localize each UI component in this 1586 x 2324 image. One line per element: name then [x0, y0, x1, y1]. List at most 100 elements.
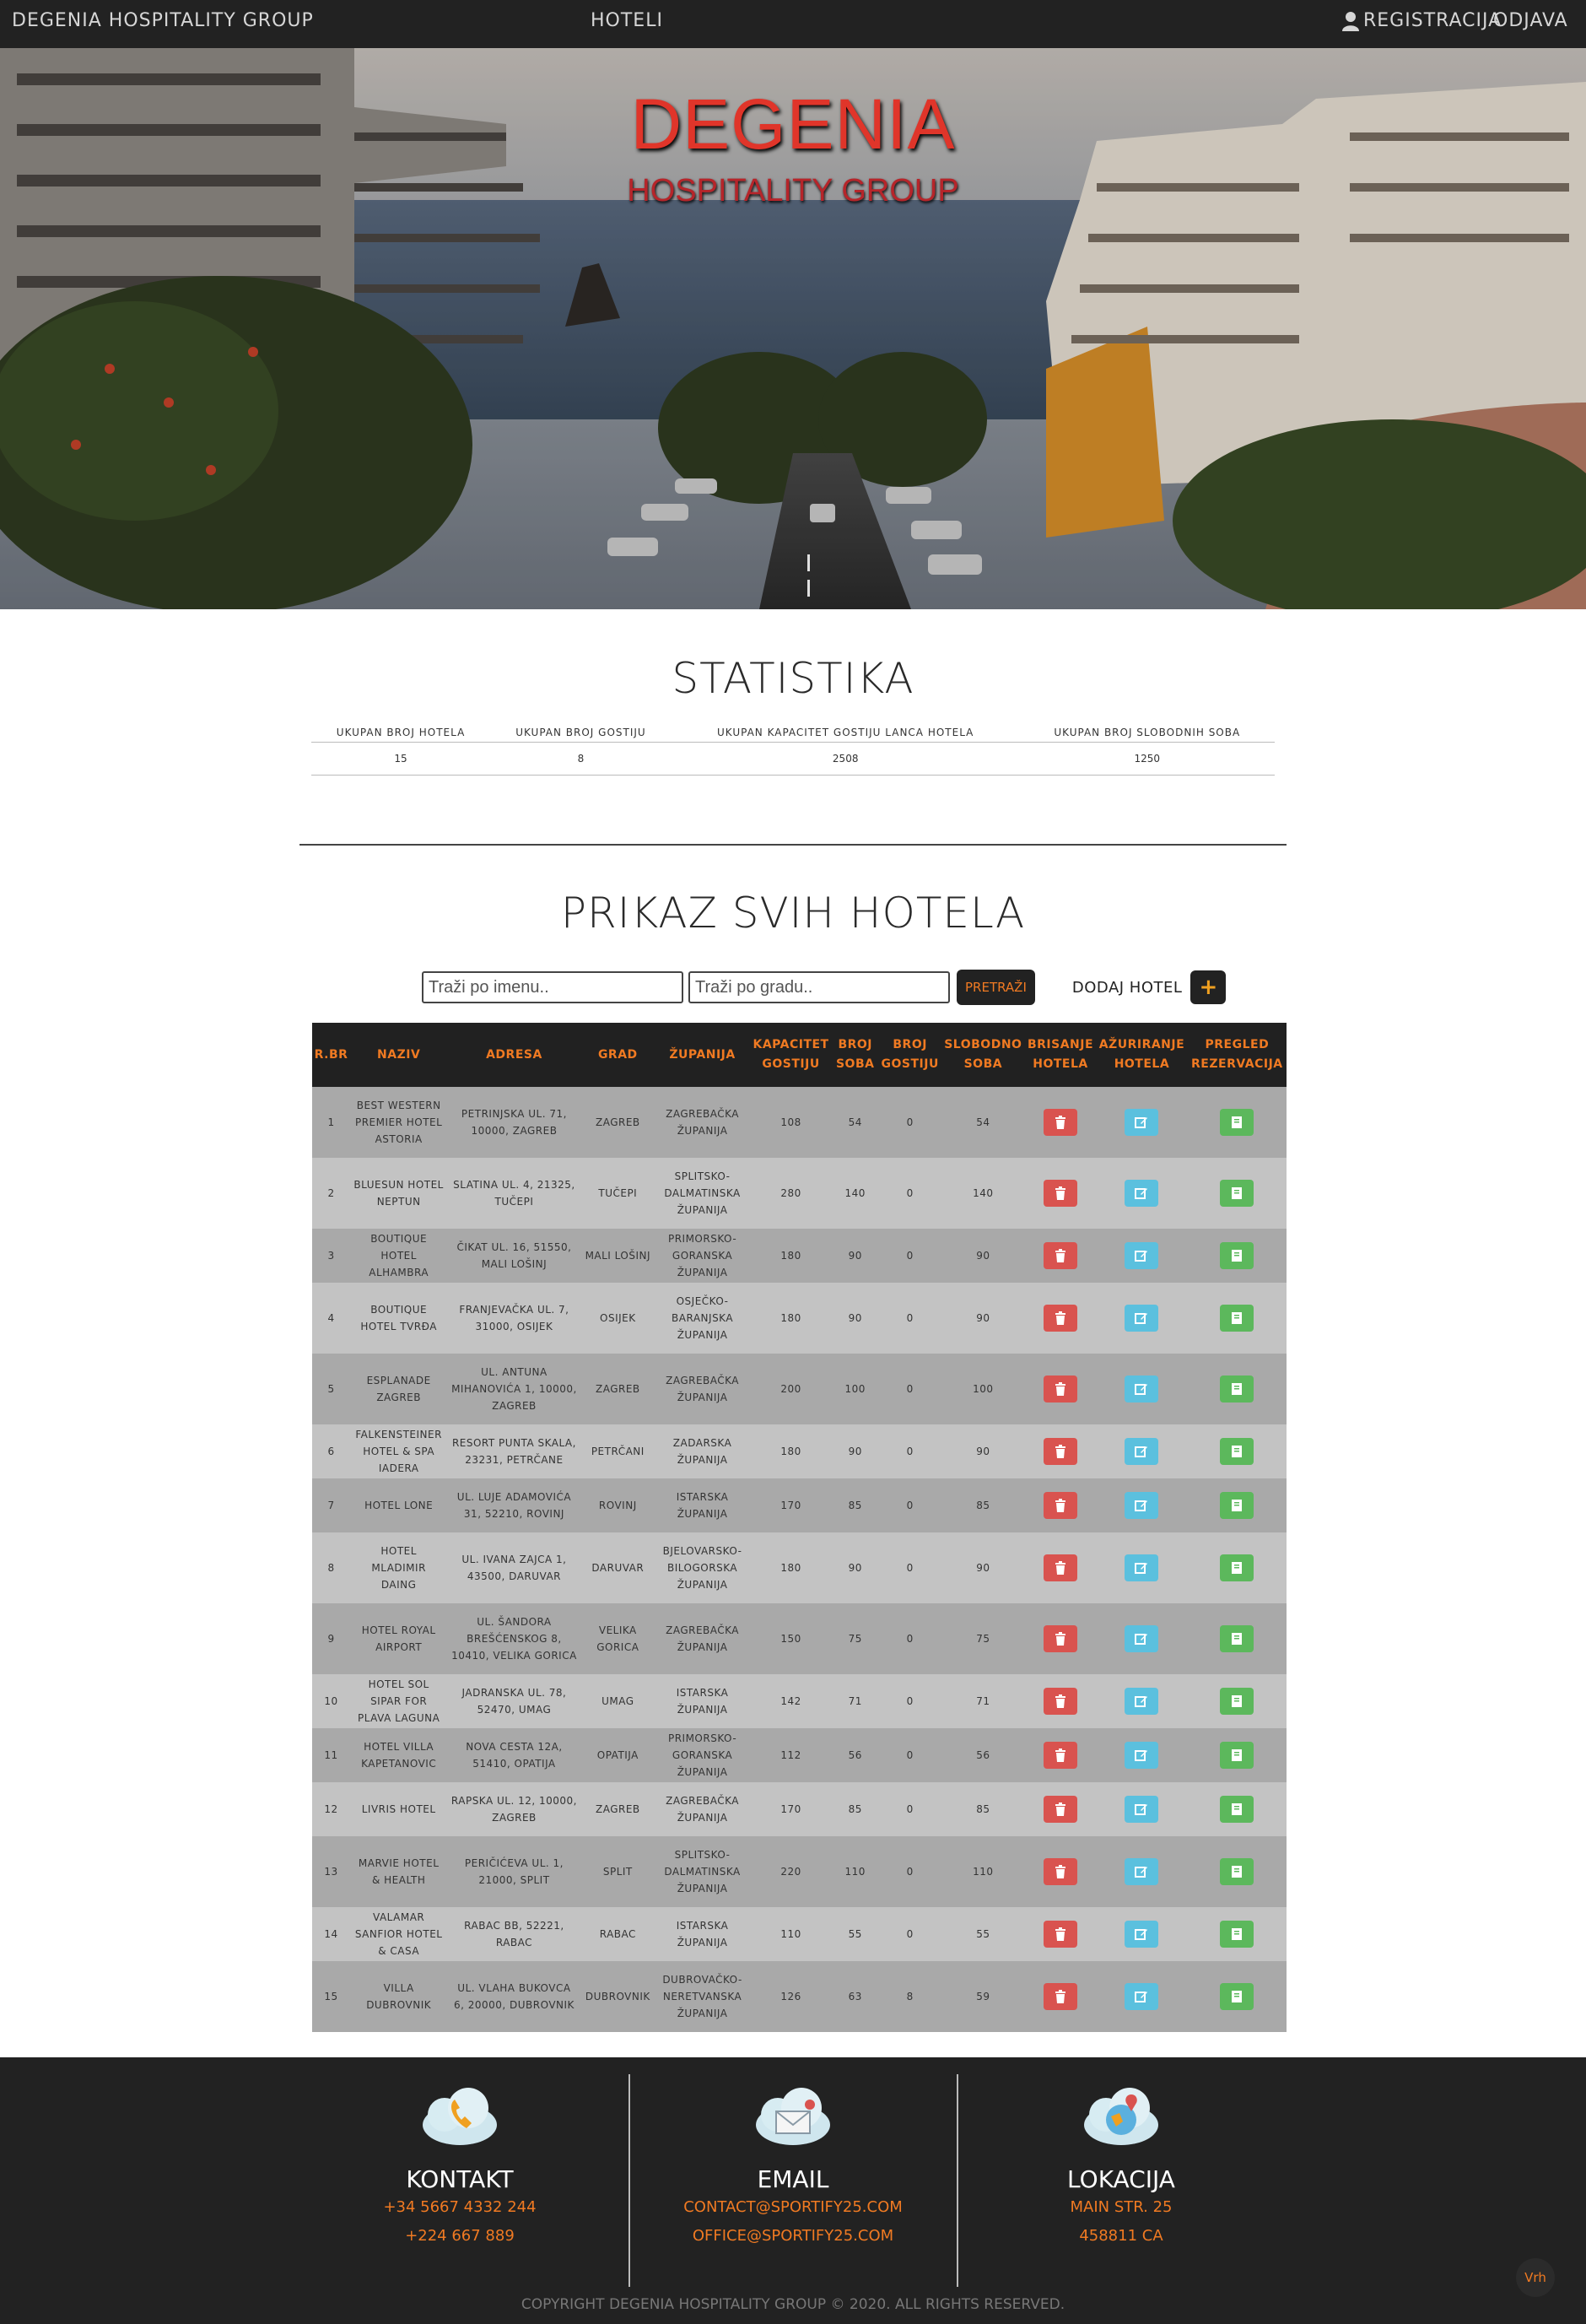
cell-hotel-city: Dubrovnik	[585, 1991, 650, 2002]
cell-guest-capacity: 170	[780, 1803, 801, 1815]
update-hotel-button[interactable]	[1125, 1305, 1159, 1332]
view-reservations-button[interactable]	[1220, 1921, 1254, 1948]
search-city-input[interactable]	[688, 971, 950, 1003]
delete-hotel-button[interactable]	[1044, 1554, 1078, 1581]
view-reservations-button[interactable]	[1220, 1492, 1254, 1519]
footer-address-2: 458811 CA	[1079, 2227, 1163, 2245]
footer-email-1[interactable]: contact@sportify25.com	[628, 2193, 958, 2222]
cell-hotel-county: Bjelovarsko-bilogorska županija	[662, 1545, 742, 1591]
cell-free-rooms: 56	[976, 1749, 990, 1761]
update-hotel-button[interactable]	[1125, 1438, 1159, 1465]
delete-hotel-button[interactable]	[1044, 1375, 1078, 1403]
add-hotel-label: Dodaj hotel	[1071, 978, 1183, 997]
view-reservations-button[interactable]	[1220, 1742, 1254, 1769]
nav-hotels-link[interactable]: Hoteli	[591, 10, 663, 31]
delete-hotel-button[interactable]	[1044, 1438, 1078, 1465]
delete-hotel-button[interactable]	[1044, 1109, 1078, 1136]
edit-icon	[1135, 1116, 1148, 1129]
delete-hotel-button[interactable]	[1044, 1180, 1078, 1207]
cell-guest-count: 0	[906, 1312, 914, 1324]
cell-hotel-address: Rabac bb, 52221, Rabac	[464, 1920, 564, 1948]
cell-guest-count: 0	[906, 1695, 914, 1707]
cell-hotel-city: Split	[602, 1866, 633, 1878]
view-reservations-button[interactable]	[1220, 1375, 1254, 1403]
phone-cloud-icon	[423, 2088, 497, 2145]
cell-hotel-name: Hotel Mladimir Daing	[371, 1545, 426, 1591]
section-divider	[299, 844, 1287, 846]
view-reservations-button[interactable]	[1220, 1858, 1254, 1885]
search-bar: Pretraži Dodaj hotel +	[422, 969, 1227, 1006]
edit-icon	[1135, 1632, 1148, 1646]
delete-hotel-button[interactable]	[1044, 1688, 1078, 1715]
cell-action	[1025, 1354, 1096, 1424]
brand-link[interactable]: Degenia Hospitality Group	[12, 10, 314, 31]
cell-hotel-address: Franjevačka ul. 7, 31000, Osijek	[459, 1304, 569, 1332]
view-reservations-button[interactable]	[1220, 1688, 1254, 1715]
cell-room-count: 100	[844, 1383, 866, 1395]
delete-hotel-button[interactable]	[1044, 1796, 1078, 1823]
footer-phone-1[interactable]: +34 5667 4332 244	[295, 2193, 624, 2222]
footer-email-2[interactable]: office@sportify25.com	[628, 2222, 958, 2251]
update-hotel-button[interactable]	[1125, 1796, 1159, 1823]
update-hotel-button[interactable]	[1125, 1242, 1159, 1269]
table-row: 6 Falkensteiner Hotel & Spa Iadera Resort …	[312, 1424, 1287, 1478]
cell-hotel-address: Slatina ul. 4, 21325, Tučepi	[453, 1179, 575, 1208]
table-header: Broj gostiju	[881, 1038, 939, 1071]
search-button[interactable]: Pretraži	[957, 970, 1035, 1005]
update-hotel-button[interactable]	[1125, 1109, 1159, 1136]
cell-action	[1096, 1424, 1187, 1478]
view-reservations-button[interactable]	[1220, 1554, 1254, 1581]
edit-icon	[1135, 1499, 1148, 1512]
delete-hotel-button[interactable]	[1044, 1625, 1078, 1652]
view-reservations-button[interactable]	[1220, 1438, 1254, 1465]
view-reservations-button[interactable]	[1220, 1242, 1254, 1269]
back-to-top-button[interactable]: Vrh	[1516, 2258, 1555, 2297]
update-hotel-button[interactable]	[1125, 1180, 1159, 1207]
edit-icon	[1135, 1249, 1148, 1262]
cell-row-number: 13	[324, 1866, 338, 1878]
update-hotel-button[interactable]	[1125, 1858, 1159, 1885]
trash-icon	[1055, 1865, 1066, 1878]
delete-hotel-button[interactable]	[1044, 1492, 1078, 1519]
update-hotel-button[interactable]	[1125, 1492, 1159, 1519]
delete-hotel-button[interactable]	[1044, 1242, 1078, 1269]
cell-guest-capacity: 150	[780, 1633, 801, 1645]
footer-contact: Kontakt +34 5667 4332 244 +224 667 889	[295, 2083, 624, 2251]
view-reservations-button[interactable]	[1220, 1796, 1254, 1823]
register-link[interactable]: Registracija	[1341, 10, 1502, 31]
logout-link[interactable]: Odjava	[1493, 10, 1568, 31]
delete-hotel-button[interactable]	[1044, 1983, 1078, 2010]
search-name-input[interactable]	[422, 971, 683, 1003]
footer-phone-2[interactable]: +224 667 889	[295, 2222, 624, 2251]
update-hotel-button[interactable]	[1125, 1625, 1159, 1652]
view-reservations-button[interactable]	[1220, 1983, 1254, 2010]
update-hotel-button[interactable]	[1125, 1688, 1159, 1715]
cell-guest-count: 0	[906, 1633, 914, 1645]
delete-hotel-button[interactable]	[1044, 1742, 1078, 1769]
delete-hotel-button[interactable]	[1044, 1305, 1078, 1332]
view-reservations-button[interactable]	[1220, 1625, 1254, 1652]
cell-action	[1096, 1907, 1187, 1961]
cell-room-count: 85	[848, 1803, 862, 1815]
table-header: Broj soba	[835, 1038, 875, 1071]
view-reservations-button[interactable]	[1220, 1305, 1254, 1332]
update-hotel-button[interactable]	[1125, 1921, 1159, 1948]
view-reservations-button[interactable]	[1220, 1180, 1254, 1207]
update-hotel-button[interactable]	[1125, 1554, 1159, 1581]
update-hotel-button[interactable]	[1125, 1375, 1159, 1403]
add-hotel-button[interactable]: +	[1190, 970, 1227, 1004]
cell-hotel-county: Primorsko-goranska županija	[667, 1233, 737, 1278]
cell-action	[1188, 1424, 1287, 1478]
stats-header-hotels: Ukupan broj hotela	[311, 722, 491, 743]
delete-hotel-button[interactable]	[1044, 1858, 1078, 1885]
update-hotel-button[interactable]	[1125, 1742, 1159, 1769]
view-reservations-button[interactable]	[1220, 1109, 1254, 1136]
delete-hotel-button[interactable]	[1044, 1921, 1078, 1948]
cell-hotel-name: Hotel Royal Airport	[361, 1624, 436, 1653]
cell-hotel-city: Umag	[601, 1695, 634, 1707]
cell-hotel-county: Istarska županija	[676, 1491, 729, 1520]
table-header: Slobodno soba	[944, 1038, 1022, 1071]
cell-action	[1025, 1424, 1096, 1478]
update-hotel-button[interactable]	[1125, 1983, 1159, 2010]
footer-contact-title: Kontakt	[406, 2165, 514, 2193]
